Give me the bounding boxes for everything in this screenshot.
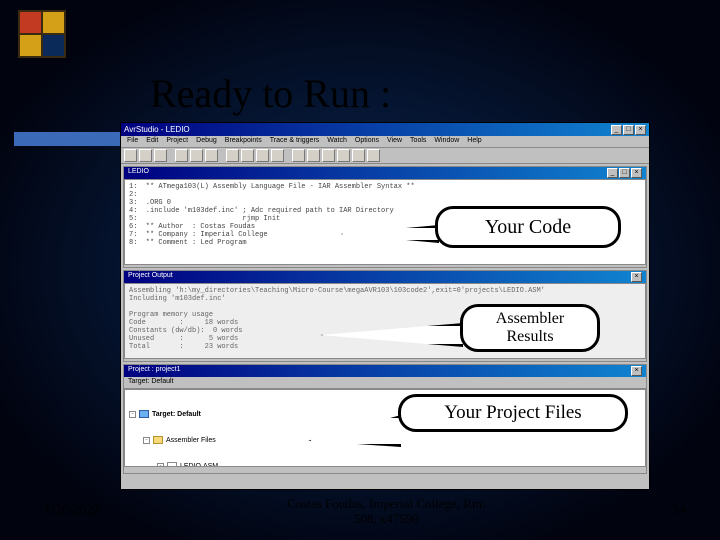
toolbar-button[interactable] — [154, 149, 167, 162]
menu-tools[interactable]: Tools — [410, 137, 426, 146]
window-title: AvrStudio - LEDIO — [124, 125, 190, 134]
toolbar-button[interactable] — [367, 149, 380, 162]
code-pane-title: LEDIO — [128, 168, 149, 178]
toolbar — [121, 148, 649, 164]
toolbar-button[interactable] — [292, 149, 305, 162]
toolbar-button[interactable] — [190, 149, 203, 162]
callout-your-code: Your Code — [435, 206, 621, 248]
minimize-button[interactable]: _ — [611, 125, 622, 135]
toolbar-button[interactable] — [205, 149, 218, 162]
callout-assembler-results: AssemblerResults — [460, 304, 600, 352]
menu-project[interactable]: Project — [166, 137, 188, 146]
menu-view[interactable]: View — [387, 137, 402, 146]
pane-close-icon[interactable]: × — [631, 366, 642, 376]
tree-file[interactable]: -LEDIO.ASM — [129, 461, 641, 467]
callout-project-files: Your Project Files — [398, 394, 628, 432]
window-titlebar: AvrStudio - LEDIO _ □ × — [121, 123, 649, 136]
close-button[interactable]: × — [635, 125, 646, 135]
footer-date: 1/20/2022 — [44, 503, 101, 519]
menu-window[interactable]: Window — [434, 137, 459, 146]
menu-file[interactable]: File — [127, 137, 138, 146]
toolbar-button[interactable] — [139, 149, 152, 162]
toolbar-button[interactable] — [175, 149, 188, 162]
toolbar-button[interactable] — [322, 149, 335, 162]
toolbar-button[interactable] — [124, 149, 137, 162]
pane-close-icon[interactable]: × — [631, 168, 642, 178]
maximize-button[interactable]: □ — [623, 125, 634, 135]
project-toolbar: Target: Default — [124, 377, 646, 389]
slide-title: Ready to Run : — [150, 70, 391, 117]
slide-footer: 1/20/2022 Costas Foudas, Imperial Colleg… — [0, 496, 720, 526]
menu-edit[interactable]: Edit — [146, 137, 158, 146]
menu-trace[interactable]: Trace & triggers — [270, 137, 320, 146]
footer-author: Costas Foudas, Imperial College, Rm:508,… — [287, 496, 486, 526]
toolbar-button[interactable] — [337, 149, 350, 162]
accent-bar — [14, 132, 120, 146]
pane-maximize-icon[interactable]: □ — [619, 168, 630, 178]
menu-bar: File Edit Project Debug Breakpoints Trac… — [121, 136, 649, 148]
project-pane-title: Project : project1 — [128, 366, 181, 376]
toolbar-button[interactable] — [271, 149, 284, 162]
toolbar-button[interactable] — [352, 149, 365, 162]
menu-help[interactable]: Help — [467, 137, 481, 146]
output-pane-title: Project Output — [128, 272, 173, 282]
target-icon — [139, 410, 149, 418]
toolbar-button[interactable] — [307, 149, 320, 162]
university-crest — [18, 10, 66, 58]
toolbar-button[interactable] — [256, 149, 269, 162]
menu-debug[interactable]: Debug — [196, 137, 217, 146]
pane-close-icon[interactable]: × — [631, 272, 642, 282]
folder-icon — [153, 436, 163, 444]
toolbar-button[interactable] — [226, 149, 239, 162]
menu-breakpoints[interactable]: Breakpoints — [225, 137, 262, 146]
file-icon — [167, 462, 177, 467]
menu-options[interactable]: Options — [355, 137, 379, 146]
menu-watch[interactable]: Watch — [327, 137, 347, 146]
toolbar-button[interactable] — [241, 149, 254, 162]
pane-minimize-icon[interactable]: _ — [607, 168, 618, 178]
footer-page-number: 34 — [672, 503, 686, 519]
